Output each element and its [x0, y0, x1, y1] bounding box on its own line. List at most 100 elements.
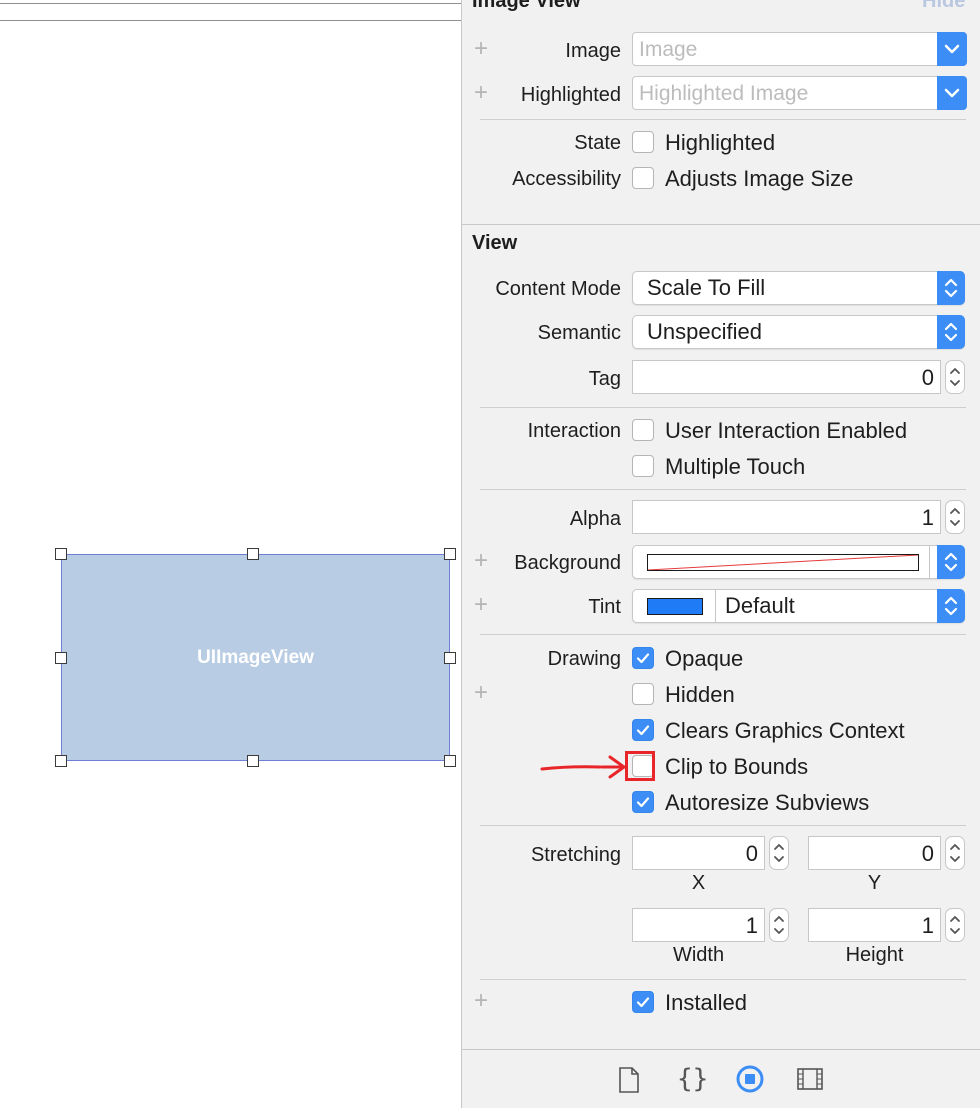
installed-checkbox[interactable] — [632, 991, 654, 1013]
add-variation-icon[interactable]: + — [474, 549, 488, 573]
add-variation-icon[interactable]: + — [474, 681, 488, 705]
image-view-element[interactable]: UIImageView — [61, 554, 450, 761]
tint-color-swatch — [647, 598, 703, 615]
width-caption: Width — [672, 944, 725, 966]
tag-stepper[interactable] — [945, 360, 965, 394]
canvas-top-divider-2 — [0, 20, 461, 21]
highlighted-checkbox[interactable] — [632, 131, 654, 153]
highlighted-checkbox-label: Highlighted — [665, 130, 776, 155]
autoresize-subviews-checkbox[interactable] — [632, 791, 654, 813]
semantic-value: Unspecified — [647, 319, 762, 344]
annotation-highlight-box — [625, 751, 655, 781]
hidden-label: Hidden — [665, 682, 735, 707]
resize-handle-bottom-left[interactable] — [55, 755, 67, 767]
braces-icon[interactable]: {} — [677, 1064, 708, 1094]
stretch-x-value: 0 — [745, 841, 758, 866]
autoresize-subviews-label: Autoresize Subviews — [665, 790, 870, 815]
updown-chevron-icon — [937, 315, 965, 349]
content-mode-popup[interactable]: Scale To Fill — [632, 271, 965, 305]
resize-handle-bottom-right[interactable] — [444, 755, 456, 767]
tag-field[interactable]: 0 — [632, 360, 941, 394]
stretch-height-stepper[interactable] — [945, 908, 965, 942]
content-mode-value: Scale To Fill — [647, 275, 766, 300]
highlighted-image-combo-box[interactable]: Highlighted Image — [632, 76, 967, 110]
hide-section-button[interactable]: Hide — [922, 0, 965, 13]
adjusts-image-size-label: Adjusts Image Size — [665, 166, 854, 191]
alpha-value: 1 — [921, 505, 934, 530]
stretch-x-field[interactable]: 0 — [632, 836, 765, 870]
stretch-width-field[interactable]: 1 — [632, 908, 765, 942]
view-section-title: View — [472, 232, 518, 254]
divider — [480, 119, 966, 120]
resize-handle-right[interactable] — [444, 652, 456, 664]
tint-color-popup[interactable]: Default — [632, 589, 965, 623]
alpha-stepper[interactable] — [945, 500, 965, 534]
resize-handle-left[interactable] — [55, 652, 67, 664]
clears-graphics-context-checkbox[interactable] — [632, 719, 654, 741]
stretch-x-stepper[interactable] — [769, 836, 789, 870]
popup-divider — [715, 589, 716, 623]
semantic-popup[interactable]: Unspecified — [632, 315, 965, 349]
updown-chevron-icon — [937, 545, 965, 579]
image-view-element-label: UIImageView — [197, 647, 314, 668]
user-interaction-checkbox[interactable] — [632, 419, 654, 441]
stretch-height-value: 1 — [921, 913, 934, 938]
tint-label: Tint — [588, 596, 621, 618]
user-interaction-label: User Interaction Enabled — [665, 418, 908, 443]
opaque-checkbox[interactable] — [632, 647, 654, 669]
background-color-swatch — [647, 554, 919, 571]
stretch-width-stepper[interactable] — [769, 908, 789, 942]
drawing-label: Drawing — [547, 648, 621, 670]
highlighted-combo-placeholder: Highlighted Image — [639, 82, 809, 105]
storyboard-canvas[interactable]: UIImageView — [0, 0, 461, 1108]
stretching-label: Stretching — [530, 844, 621, 866]
divider — [480, 979, 966, 980]
stretch-width-value: 1 — [745, 913, 758, 938]
identity-circle-icon[interactable] — [735, 1064, 765, 1099]
height-caption: Height — [845, 944, 904, 966]
divider — [480, 489, 966, 490]
section-divider — [462, 224, 980, 225]
image-combo-box[interactable]: Image — [632, 32, 967, 66]
stretch-y-value: 0 — [921, 841, 934, 866]
stretch-y-stepper[interactable] — [945, 836, 965, 870]
alpha-field[interactable]: 1 — [632, 500, 941, 534]
semantic-label: Semantic — [537, 322, 621, 344]
x-caption: X — [691, 872, 706, 894]
resize-handle-top-right[interactable] — [444, 548, 456, 560]
stretch-height-field[interactable]: 1 — [808, 908, 941, 942]
resize-handle-bottom[interactable] — [247, 755, 259, 767]
state-label: State — [574, 132, 621, 154]
installed-label: Installed — [665, 990, 747, 1015]
divider — [480, 634, 966, 635]
film-strip-icon[interactable] — [796, 1066, 824, 1097]
alpha-label: Alpha — [569, 508, 621, 530]
highlighted-label: Highlighted — [520, 84, 621, 106]
attributes-inspector: Image View Hide + Image Image + Highligh… — [461, 0, 980, 1108]
resize-handle-top-left[interactable] — [55, 548, 67, 560]
add-variation-icon[interactable]: + — [474, 37, 488, 61]
hidden-checkbox[interactable] — [632, 683, 654, 705]
tag-value: 0 — [921, 365, 934, 390]
background-label: Background — [514, 552, 621, 574]
adjusts-image-size-checkbox[interactable] — [632, 167, 654, 189]
chevron-down-icon[interactable] — [937, 32, 967, 66]
multiple-touch-checkbox[interactable] — [632, 455, 654, 477]
file-icon[interactable] — [617, 1066, 641, 1099]
content-mode-label: Content Mode — [495, 278, 621, 300]
opaque-label: Opaque — [665, 646, 744, 671]
resize-handle-top[interactable] — [247, 548, 259, 560]
chevron-down-icon[interactable] — [937, 76, 967, 110]
add-variation-icon[interactable]: + — [474, 989, 488, 1013]
library-bottom-bar: {} — [462, 1049, 980, 1108]
background-color-popup[interactable] — [632, 545, 965, 579]
add-variation-icon[interactable]: + — [474, 593, 488, 617]
stretch-y-field[interactable]: 0 — [808, 836, 941, 870]
image-combo-placeholder: Image — [639, 38, 698, 61]
multiple-touch-label: Multiple Touch — [665, 454, 806, 479]
clip-to-bounds-label: Clip to Bounds — [665, 754, 809, 779]
tag-label: Tag — [588, 368, 621, 390]
updown-chevron-icon — [937, 271, 965, 305]
add-variation-icon[interactable]: + — [474, 81, 488, 105]
divider — [480, 407, 966, 408]
